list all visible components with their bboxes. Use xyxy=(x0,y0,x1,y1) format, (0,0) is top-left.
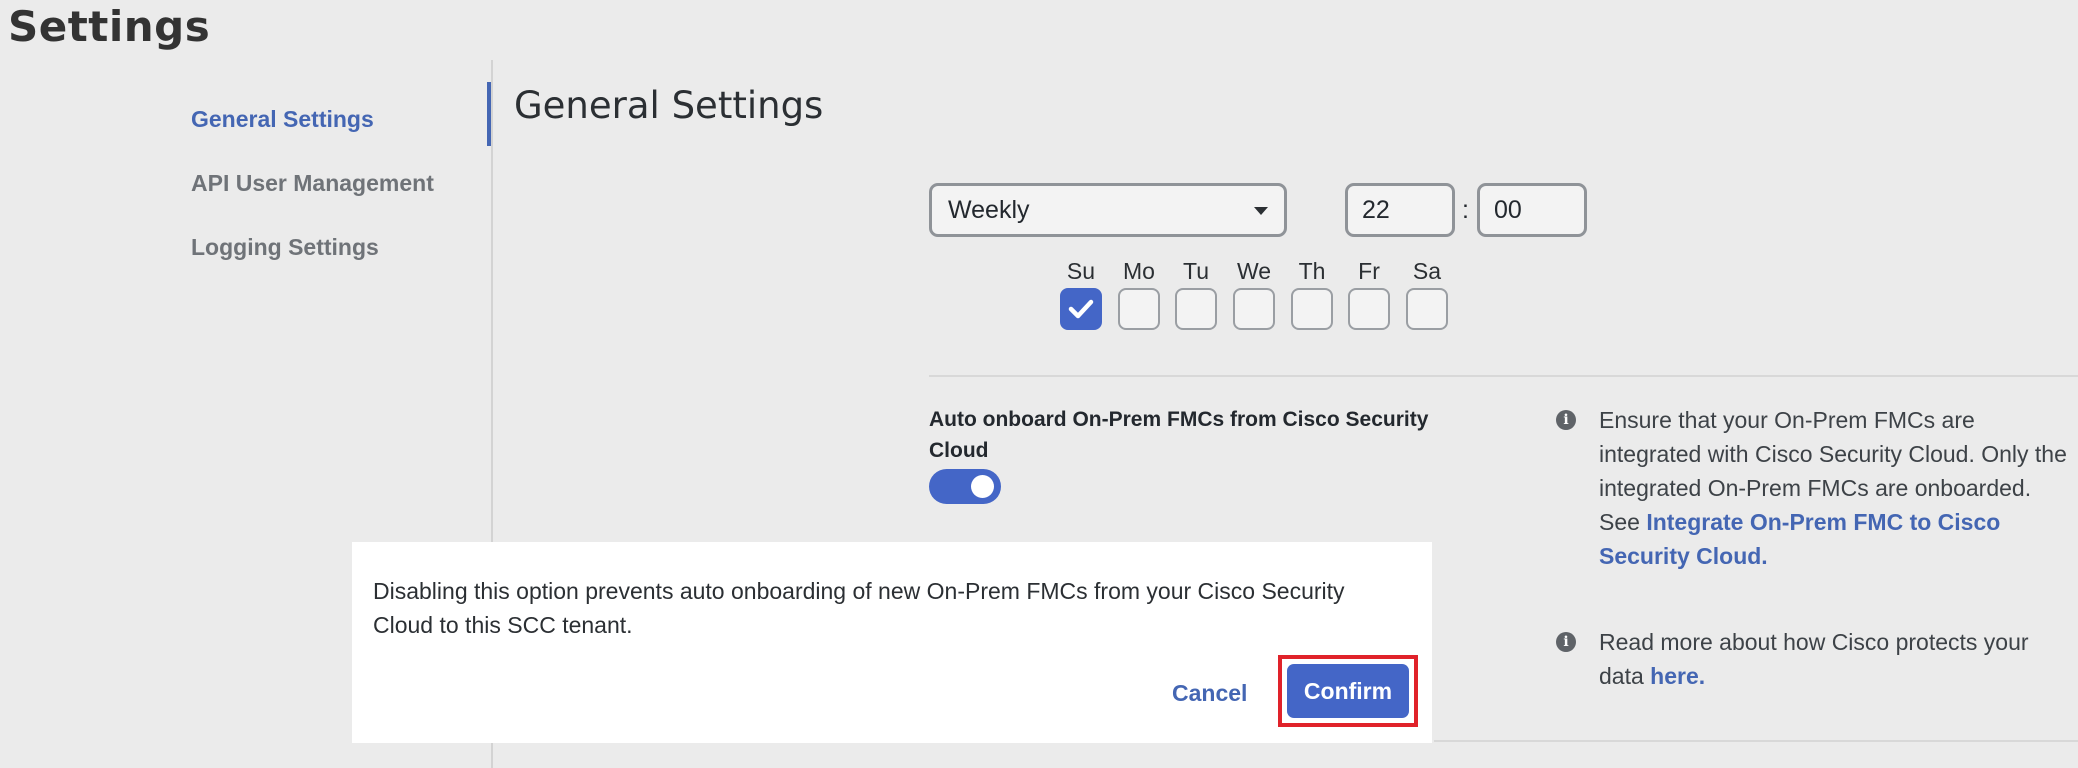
info-icon: i xyxy=(1556,632,1576,652)
day-label-mo: Mo xyxy=(1123,258,1155,284)
page-title: Settings xyxy=(8,2,211,51)
hour-input[interactable]: 22 xyxy=(1345,183,1455,237)
data-protection-link[interactable]: here. xyxy=(1650,663,1705,689)
confirm-button[interactable]: Confirm xyxy=(1287,664,1409,718)
auto-onboard-info: Ensure that your On-Prem FMCs are integr… xyxy=(1599,403,2069,573)
day-checkbox-mo[interactable] xyxy=(1118,288,1160,330)
day-checkbox-sa[interactable] xyxy=(1406,288,1448,330)
day-label-tu: Tu xyxy=(1183,258,1209,284)
day-label-sa: Sa xyxy=(1412,258,1442,284)
day-label-fr: Fr xyxy=(1358,258,1380,284)
dialog-message: Disabling this option prevents auto onbo… xyxy=(373,578,1345,638)
confirm-highlight: Confirm xyxy=(1278,655,1418,727)
integrate-fmc-link[interactable]: Integrate On-Prem FMC to Cisco Security … xyxy=(1599,509,2000,569)
checkmark-icon xyxy=(1068,299,1094,319)
day-checkbox-tu[interactable] xyxy=(1175,288,1217,330)
data-protection-info: Read more about how Cisco protects your … xyxy=(1599,625,2069,693)
auto-onboard-toggle[interactable] xyxy=(929,469,1001,504)
auto-onboard-label: Auto onboard On-Prem FMCs from Cisco Sec… xyxy=(929,408,1429,462)
section-divider-bottom xyxy=(1434,740,2078,742)
day-label-su: Su xyxy=(1066,258,1096,284)
day-label-th: Th xyxy=(1298,258,1326,284)
day-checkbox-th[interactable] xyxy=(1291,288,1333,330)
frequency-select[interactable]: Weekly xyxy=(929,183,1287,237)
day-checkbox-fr[interactable] xyxy=(1348,288,1390,330)
day-label-we: We xyxy=(1236,258,1272,284)
confirm-dialog: Disabling this option prevents auto onbo… xyxy=(352,542,1432,743)
section-divider xyxy=(929,375,2078,377)
day-checkbox-we[interactable] xyxy=(1233,288,1275,330)
info-icon: i xyxy=(1556,410,1576,430)
time-separator: : xyxy=(1462,196,1469,224)
day-checkbox-su[interactable] xyxy=(1060,288,1102,330)
sidebar-item-general-settings[interactable]: General Settings xyxy=(191,106,374,133)
frequency-value: Weekly xyxy=(948,196,1030,224)
chevron-down-icon xyxy=(1254,207,1268,215)
minute-input[interactable]: 00 xyxy=(1477,183,1587,237)
active-indicator xyxy=(487,82,491,146)
toggle-knob xyxy=(971,475,994,498)
section-title: General Settings xyxy=(514,84,824,127)
sidebar-item-api-user-management[interactable]: API User Management xyxy=(191,170,434,197)
sidebar-item-logging-settings[interactable]: Logging Settings xyxy=(191,234,379,261)
cancel-button[interactable]: Cancel xyxy=(1172,680,1247,707)
